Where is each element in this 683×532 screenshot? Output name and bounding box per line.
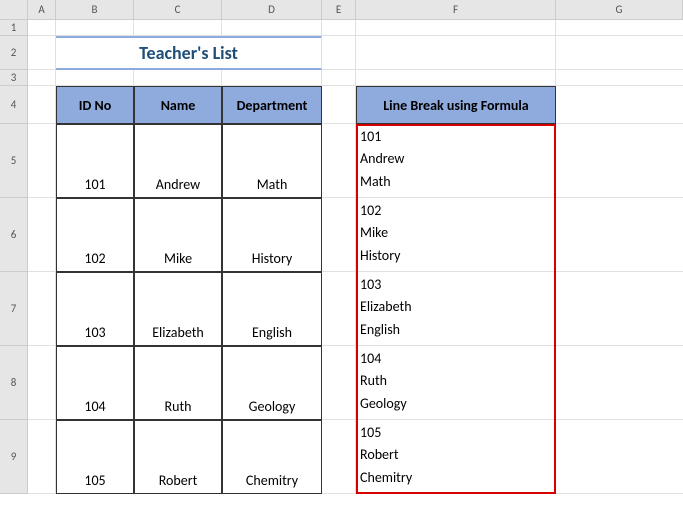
cell-A5[interactable] [28,124,56,198]
cell-E9[interactable] [322,420,356,494]
cell-E1[interactable] [322,20,356,36]
cell-A2[interactable] [28,36,56,70]
cell-A7[interactable] [28,272,56,346]
cell-A1[interactable] [28,20,56,36]
row-header-2[interactable]: 2 [0,36,28,70]
cell-A6[interactable] [28,198,56,272]
watermark-tag: EXCEL · DATA · BI [255,0,356,2]
cell-C3[interactable] [134,70,222,86]
row-header-6[interactable]: 6 [0,198,28,272]
header-id[interactable]: ID No [56,86,134,124]
cell-E8[interactable] [322,346,356,420]
data-dept-6[interactable]: History [222,198,322,272]
spreadsheet-grid: A B C D E F G 1 2 3 4 5 6 7 8 9 T [0,0,683,20]
cell-B1[interactable] [56,20,134,36]
cell-G9[interactable] [556,420,683,494]
col-header-corner[interactable] [0,0,28,19]
cell-area: Teacher's List ID No Name Department Lin… [28,20,683,494]
data-dept-8[interactable]: Geology [222,346,322,420]
data-name-9[interactable]: Robert [134,420,222,494]
lb-id: 101 [360,126,381,148]
cell-G4[interactable] [556,86,683,124]
row-header-3[interactable]: 3 [0,70,28,86]
cell-B3[interactable] [56,70,134,86]
watermark: ExcelDemy EXCEL · DATA · BI [255,0,356,2]
lb-dept: History [360,245,400,267]
data-dept-9[interactable]: Chemitry [222,420,322,494]
linebreak-cell-8[interactable]: 104RuthGeology [356,346,556,420]
cell-G3[interactable] [556,70,683,86]
cell-A9[interactable] [28,420,56,494]
cell-F3[interactable] [356,70,556,86]
col-header-F[interactable]: F [356,0,556,19]
cell-F2[interactable] [356,36,556,70]
data-name-8[interactable]: Ruth [134,346,222,420]
cell-G6[interactable] [556,198,683,272]
lb-dept: English [360,319,400,341]
title-cell[interactable]: Teacher's List [56,36,322,70]
data-name-7[interactable]: Elizabeth [134,272,222,346]
cell-E3[interactable] [322,70,356,86]
data-name-6[interactable]: Mike [134,198,222,272]
cell-A3[interactable] [28,70,56,86]
lb-id: 105 [360,422,381,444]
cell-D1[interactable] [222,20,322,36]
lb-dept: Chemitry [360,467,412,489]
lb-id: 103 [360,274,381,296]
row-headers: 1 2 3 4 5 6 7 8 9 [0,20,28,494]
cell-A8[interactable] [28,346,56,420]
cell-G5[interactable] [556,124,683,198]
linebreak-cell-5[interactable]: 101AndrewMath [356,124,556,198]
data-name-5[interactable]: Andrew [134,124,222,198]
row-header-5[interactable]: 5 [0,124,28,198]
cell-E2[interactable] [322,36,356,70]
col-header-C[interactable]: C [134,0,222,19]
col-header-G[interactable]: G [556,0,683,19]
cell-C1[interactable] [134,20,222,36]
col-header-A[interactable]: A [28,0,56,19]
lb-id: 104 [360,348,381,370]
cell-G1[interactable] [556,20,683,36]
column-headers: A B C D E F G [0,0,683,20]
data-id-7[interactable]: 103 [56,272,134,346]
data-id-9[interactable]: 105 [56,420,134,494]
lb-name: Robert [360,444,399,466]
row-header-8[interactable]: 8 [0,346,28,420]
cell-A4[interactable] [28,86,56,124]
cell-E7[interactable] [322,272,356,346]
header-linebreak[interactable]: Line Break using Formula [356,86,556,124]
linebreak-cell-9[interactable]: 105RobertChemitry [356,420,556,494]
data-id-6[interactable]: 102 [56,198,134,272]
lb-name: Ruth [360,370,387,392]
cell-E6[interactable] [322,198,356,272]
lb-id: 102 [360,200,381,222]
row-header-7[interactable]: 7 [0,272,28,346]
data-dept-5[interactable]: Math [222,124,322,198]
header-name[interactable]: Name [134,86,222,124]
cell-G2[interactable] [556,36,683,70]
lb-name: Mike [360,222,388,244]
lb-dept: Geology [360,393,407,415]
row-header-1[interactable]: 1 [0,20,28,36]
lb-dept: Math [360,171,391,193]
data-id-8[interactable]: 104 [56,346,134,420]
row-header-9[interactable]: 9 [0,420,28,494]
linebreak-cell-6[interactable]: 102MikeHistory [356,198,556,272]
data-dept-7[interactable]: English [222,272,322,346]
lb-name: Elizabeth [360,296,412,318]
linebreak-cell-7[interactable]: 103ElizabethEnglish [356,272,556,346]
header-dept[interactable]: Department [222,86,322,124]
lb-name: Andrew [360,148,404,170]
cell-E5[interactable] [322,124,356,198]
cell-D3[interactable] [222,70,322,86]
data-id-5[interactable]: 101 [56,124,134,198]
cell-E4[interactable] [322,86,356,124]
row-header-4[interactable]: 4 [0,86,28,124]
cell-G7[interactable] [556,272,683,346]
col-header-B[interactable]: B [56,0,134,19]
cell-G8[interactable] [556,346,683,420]
cell-F1[interactable] [356,20,556,36]
